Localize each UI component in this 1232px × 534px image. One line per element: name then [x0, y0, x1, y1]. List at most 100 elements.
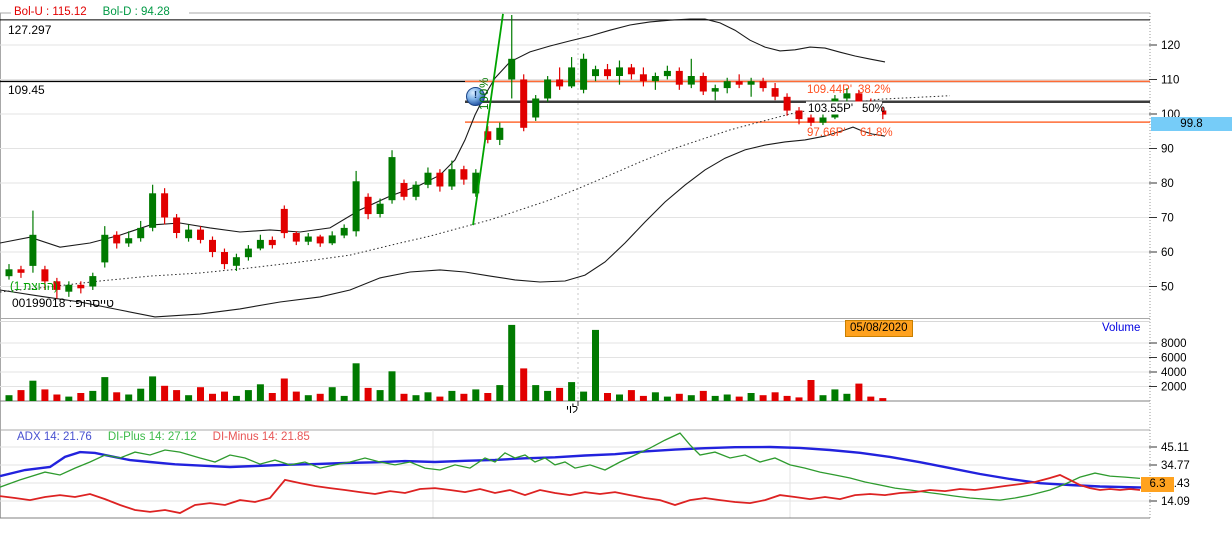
volume-bar: [425, 392, 432, 401]
fib-382-pct-label: 38.2%: [858, 84, 891, 96]
candle-body[interactable]: [113, 235, 120, 244]
volume-bar: [664, 397, 671, 401]
candle-body[interactable]: [197, 230, 204, 240]
candle-body[interactable]: [185, 230, 192, 239]
candle-body[interactable]: [401, 183, 408, 197]
volume-bar: [879, 398, 886, 401]
candle-body[interactable]: [305, 237, 312, 242]
volume-bar: [736, 397, 743, 401]
candle-body[interactable]: [664, 71, 671, 76]
adx-legend: ADX 14: 21.76DI-Plus 14: 27.12DI-Minus 1…: [14, 431, 329, 443]
candle-body[interactable]: [436, 173, 443, 187]
chart-canvas[interactable]: 109.44P'38.2%103.55P'50%97.66P'61.8%1201…: [0, 0, 1232, 534]
volume-bar: [401, 394, 408, 401]
volume-bar: [341, 396, 348, 401]
volume-bar: [41, 389, 48, 401]
candle-body[interactable]: [161, 193, 168, 217]
candle-body[interactable]: [77, 285, 84, 289]
candle-body[interactable]: [724, 81, 731, 88]
candle-body[interactable]: [508, 59, 515, 80]
volume-bar: [77, 393, 84, 401]
candle-body[interactable]: [329, 235, 336, 243]
candle-body[interactable]: [616, 67, 623, 76]
volume-bar: [820, 395, 827, 401]
volume-bar: [173, 390, 180, 401]
candle-body[interactable]: [425, 173, 432, 185]
candle-body[interactable]: [209, 240, 216, 252]
candle-body[interactable]: [520, 80, 527, 128]
candle-body[interactable]: [460, 169, 467, 179]
candle-body[interactable]: [29, 235, 36, 266]
candle-body[interactable]: [293, 233, 300, 242]
candle-body[interactable]: [413, 185, 420, 197]
volume-bar: [496, 385, 503, 401]
candle-body[interactable]: [257, 240, 264, 249]
candle-body[interactable]: [137, 228, 144, 238]
volume-bar: [604, 393, 611, 401]
candle-body[interactable]: [688, 76, 695, 85]
candle-body[interactable]: [41, 269, 48, 281]
volume-bar: [592, 330, 599, 401]
bollinger-lower-band: [0, 127, 885, 317]
candle-body[interactable]: [233, 257, 240, 266]
candle-body[interactable]: [772, 88, 779, 97]
candle-body[interactable]: [712, 88, 719, 92]
volume-bar: [760, 395, 767, 401]
candle-body[interactable]: [149, 193, 156, 228]
volume-bar: [520, 368, 527, 401]
candle-body[interactable]: [317, 237, 324, 244]
y-axis-tick-label: 120: [1161, 40, 1180, 52]
volume-bar: [676, 394, 683, 401]
candle-body[interactable]: [640, 74, 647, 81]
y-axis-tick-label: 80: [1161, 178, 1174, 190]
candle-body[interactable]: [676, 71, 683, 85]
candle-body[interactable]: [245, 249, 252, 258]
candle-body[interactable]: [700, 76, 707, 92]
candle-body[interactable]: [796, 111, 803, 120]
candle-body[interactable]: [556, 80, 563, 87]
candle-body[interactable]: [532, 99, 539, 118]
candle-body[interactable]: [592, 69, 599, 76]
candle-body[interactable]: [568, 67, 575, 86]
candle-body[interactable]: [18, 269, 25, 273]
di-plus-value-label: DI-Plus 14: 27.12: [108, 431, 197, 443]
candle-body[interactable]: [496, 128, 503, 140]
candle-body[interactable]: [341, 228, 348, 236]
candle-body[interactable]: [820, 118, 827, 123]
candle-body[interactable]: [748, 81, 755, 85]
candle-body[interactable]: [448, 169, 455, 186]
candle-body[interactable]: [89, 276, 96, 286]
candle-body[interactable]: [377, 204, 384, 214]
main-level-label: 109.45: [8, 84, 45, 97]
candle-body[interactable]: [580, 59, 587, 90]
candle-body[interactable]: [389, 157, 396, 200]
bollinger-upper-band: [0, 19, 885, 247]
upper-level-label: 127.297: [8, 24, 51, 37]
volume-bar: [448, 391, 455, 401]
candle-body[interactable]: [65, 285, 72, 292]
volume-bar: [652, 392, 659, 401]
volume-bar: [65, 397, 72, 401]
volume-bar: [6, 395, 13, 401]
candle-body[interactable]: [6, 269, 13, 276]
candle-body[interactable]: [784, 97, 791, 111]
candle-body[interactable]: [808, 118, 815, 123]
volume-bar: [724, 395, 731, 402]
candle-body[interactable]: [843, 93, 850, 98]
candle-body[interactable]: [544, 80, 551, 99]
candle-body[interactable]: [736, 81, 743, 85]
candle-body[interactable]: [353, 181, 360, 231]
candle-body[interactable]: [365, 197, 372, 214]
candle-body[interactable]: [855, 93, 862, 102]
y-axis-tick-label: 2000: [1161, 382, 1187, 394]
candle-body[interactable]: [281, 209, 288, 233]
candle-body[interactable]: [221, 252, 228, 264]
candle-body[interactable]: [173, 218, 180, 234]
candle-body[interactable]: [652, 76, 659, 81]
candle-body[interactable]: [125, 238, 132, 243]
candle-body[interactable]: [101, 235, 108, 263]
candle-body[interactable]: [628, 67, 635, 74]
candle-body[interactable]: [269, 240, 276, 245]
candle-body[interactable]: [760, 81, 767, 88]
candle-body[interactable]: [604, 69, 611, 76]
